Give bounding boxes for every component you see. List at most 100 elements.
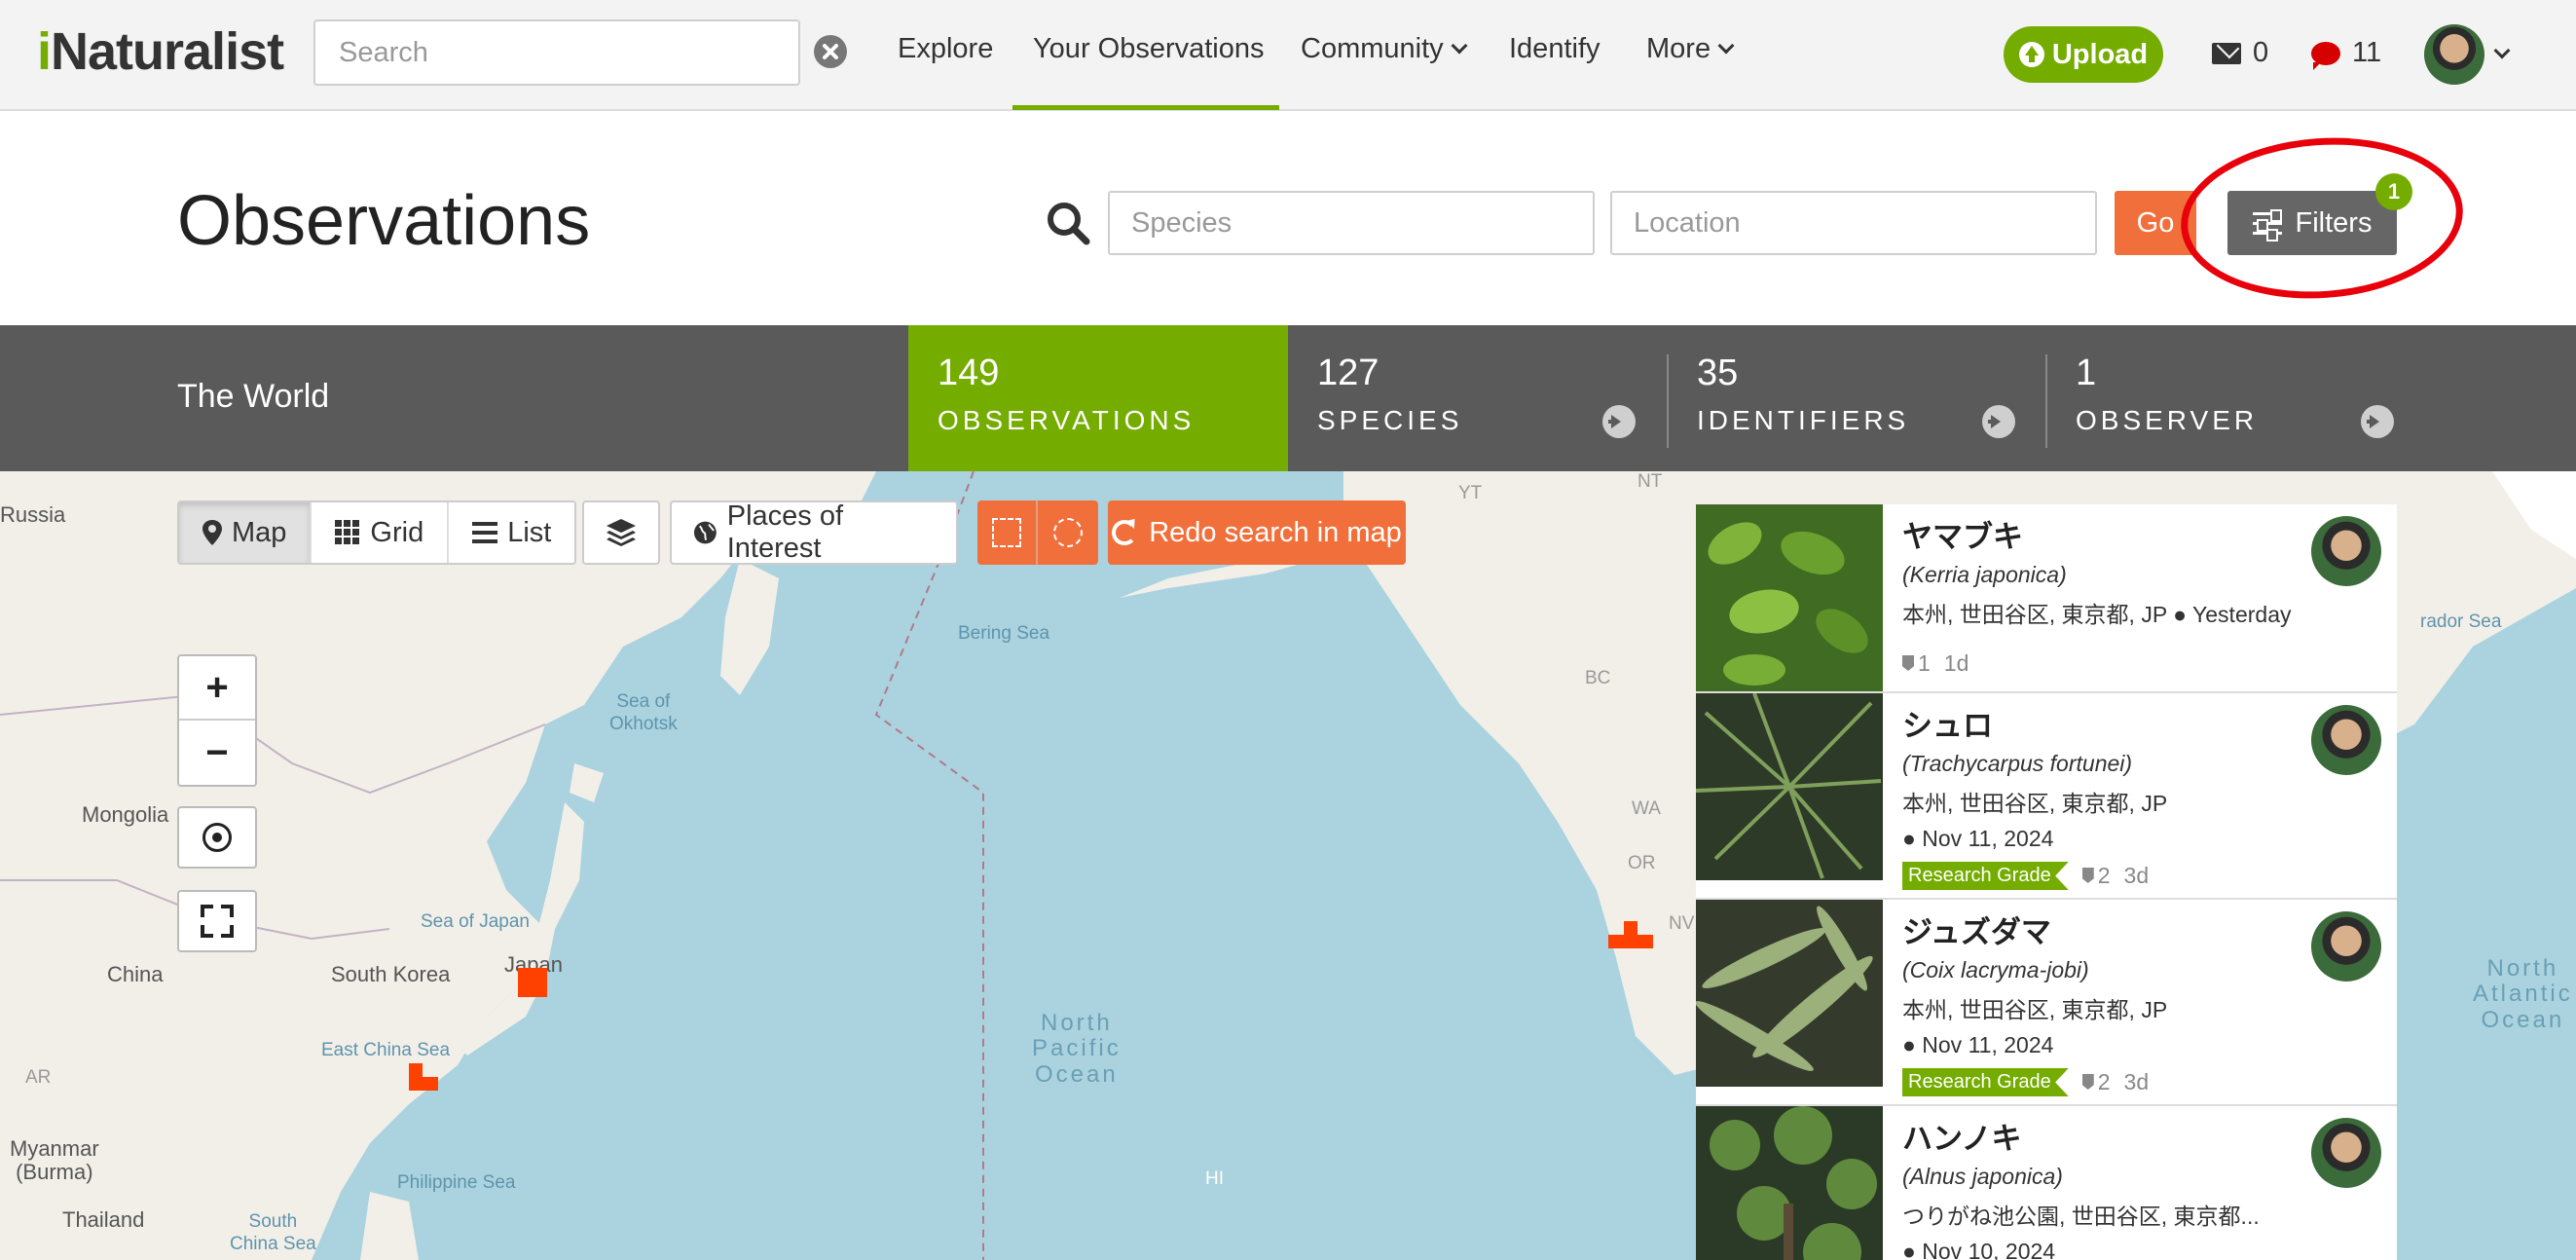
view-grid-button[interactable]: Grid (312, 502, 450, 563)
redo-icon (1112, 520, 1138, 545)
identifications-count: 1 (1902, 650, 1931, 677)
map-draw-tools (977, 500, 1098, 565)
fullscreen-button[interactable] (177, 890, 257, 952)
observation-photo[interactable] (1696, 693, 1883, 880)
map-label-south-china-sea: South China Sea (230, 1211, 316, 1254)
nav-community[interactable]: Community (1301, 33, 1468, 65)
notifications-count: 11 (2352, 37, 2382, 68)
research-grade-badge: Research Grade (1902, 1068, 2069, 1096)
map-label-north-pacific: North Pacific Ocean (1032, 1010, 1122, 1088)
list-item[interactable]: シュロ (Trachycarpus fortunei) 本州, 世田谷区, 東京… (1696, 693, 2397, 900)
observer-avatar[interactable] (2311, 911, 2381, 982)
upload-button[interactable]: Upload (2004, 26, 2163, 83)
observation-photo[interactable] (1696, 504, 1883, 691)
zoom-out-button[interactable]: − (179, 721, 255, 785)
map-label-bering-sea: Bering Sea (958, 623, 1050, 644)
messages-button[interactable]: 0 (2212, 37, 2268, 69)
redo-search-in-map-button[interactable]: Redo search in map (1108, 500, 1406, 565)
site-search-input[interactable] (313, 19, 800, 86)
view-list-button[interactable]: List (449, 502, 575, 563)
observations-list: ヤマブキ (Kerria japonica) 本州, 世田谷区, 東京都, JP… (1696, 504, 2397, 1260)
observation-date: ● Nov 10, 2024 (1902, 1239, 2056, 1260)
nav-explore[interactable]: Explore (898, 33, 993, 65)
location-input[interactable] (1610, 191, 2097, 255)
stat-identifiers[interactable]: 35 IDENTIFIERS (1668, 325, 2047, 471)
expand-icon (201, 905, 234, 938)
observer-avatar[interactable] (2311, 516, 2381, 586)
observation-common-name[interactable]: ヤマブキ (1902, 512, 2321, 556)
map-label-east-china-sea: East China Sea (321, 1040, 451, 1060)
upload-label: Upload (2051, 38, 2149, 70)
observation-common-name[interactable]: ハンノキ (1902, 1114, 2321, 1158)
stat-number: 35 (1697, 352, 1739, 393)
observation-photo[interactable] (1696, 1106, 1883, 1260)
inaturalist-logo[interactable]: iNaturalist (37, 21, 284, 82)
places-of-interest-button[interactable]: Places of Interest (670, 500, 958, 565)
observation-cluster-islands[interactable] (409, 1077, 438, 1091)
list-item[interactable]: ハンノキ (Alnus japonica) つりがね池公園, 世田谷区, 東京都… (1696, 1106, 2397, 1260)
stat-label: OBSERVATIONS (938, 405, 1196, 435)
nav-identify[interactable]: Identify (1509, 33, 1601, 65)
map-label-philippine-sea: Philippine Sea (397, 1172, 516, 1193)
map-label-or: OR (1628, 853, 1656, 873)
dashed-circle-icon (1053, 518, 1083, 547)
nav-more[interactable]: More (1646, 33, 1735, 65)
draw-box-button[interactable] (977, 500, 1038, 565)
observer-avatar[interactable] (2311, 705, 2381, 775)
nav-active-indicator (1012, 105, 1279, 110)
observation-common-name[interactable]: ジュズダマ (1902, 908, 2321, 951)
observation-cluster-california[interactable] (1608, 935, 1653, 948)
messages-count: 0 (2253, 37, 2269, 68)
stat-species[interactable]: 127 SPECIES (1288, 325, 1668, 471)
observation-meta: Research Grade 2 3d (1902, 1068, 2321, 1096)
map-layers-button[interactable] (582, 500, 660, 565)
redo-search-label: Redo search in map (1149, 516, 1402, 548)
notifications-button[interactable]: 11 (2311, 37, 2382, 70)
observation-place: 本州, 世田谷区, 東京都, JP (1902, 791, 2168, 816)
zoom-controls: + − (177, 654, 257, 787)
place-text: 本州, 世田谷区, 東京都, JP (1902, 602, 2167, 627)
observer-avatar[interactable] (2311, 1118, 2381, 1188)
species-input[interactable] (1108, 191, 1595, 255)
chevron-down-icon[interactable] (2493, 42, 2511, 59)
map-label-thailand: Thailand (62, 1207, 145, 1232)
identifications-count: 2 (2081, 863, 2111, 889)
observation-age: 3d (2123, 1069, 2150, 1094)
observation-cluster-islands[interactable] (409, 1063, 423, 1077)
arrow-right-icon[interactable] (1982, 405, 2015, 438)
zoom-in-button[interactable]: + (179, 656, 255, 721)
annotation-highlight-circle (2175, 129, 2469, 308)
view-map-label: Map (232, 516, 287, 548)
list-item[interactable]: ヤマブキ (Kerria japonica) 本州, 世田谷区, 東京都, JP… (1696, 504, 2397, 693)
identifications-value: 2 (2097, 1069, 2111, 1094)
observation-cluster-california[interactable] (1624, 921, 1638, 935)
nav-your-observations[interactable]: Your Observations (1033, 33, 1265, 65)
map-label-hi: HI (1205, 1168, 1224, 1189)
list-item[interactable]: ジュズダマ (Coix lacryma-jobi) 本州, 世田谷区, 東京都,… (1696, 900, 2397, 1106)
observation-date: ● Yesterday (2173, 602, 2292, 627)
arrow-right-icon[interactable] (2361, 405, 2394, 438)
view-list-label: List (507, 516, 552, 548)
observation-cluster-japan[interactable] (518, 968, 547, 997)
envelope-icon (2212, 42, 2241, 64)
draw-circle-button[interactable] (1038, 500, 1098, 565)
locate-me-button[interactable] (177, 806, 257, 869)
stat-number: 1 (2076, 352, 2097, 393)
stat-label: OBSERVER (2076, 405, 2259, 435)
user-avatar[interactable] (2424, 24, 2484, 85)
observation-photo[interactable] (1696, 900, 1883, 1087)
map-label-china: China (107, 962, 164, 986)
map-label-nv: NV (1669, 913, 1695, 934)
nav-community-label: Community (1301, 33, 1444, 64)
observation-common-name[interactable]: シュロ (1902, 701, 2321, 745)
identification-icon (2081, 1074, 2094, 1090)
view-map-button[interactable]: Map (179, 502, 313, 563)
stat-observer[interactable]: 1 OBSERVER (2046, 325, 2426, 471)
map-label-ar: AR (25, 1067, 52, 1088)
research-grade-badge: Research Grade (1902, 862, 2069, 890)
clear-search-icon[interactable] (814, 35, 847, 68)
stat-observations[interactable]: 149 OBSERVATIONS (908, 325, 1288, 471)
crosshair-icon (202, 823, 232, 852)
map-label-bc: BC (1585, 668, 1611, 688)
arrow-right-icon[interactable] (1602, 405, 1636, 438)
